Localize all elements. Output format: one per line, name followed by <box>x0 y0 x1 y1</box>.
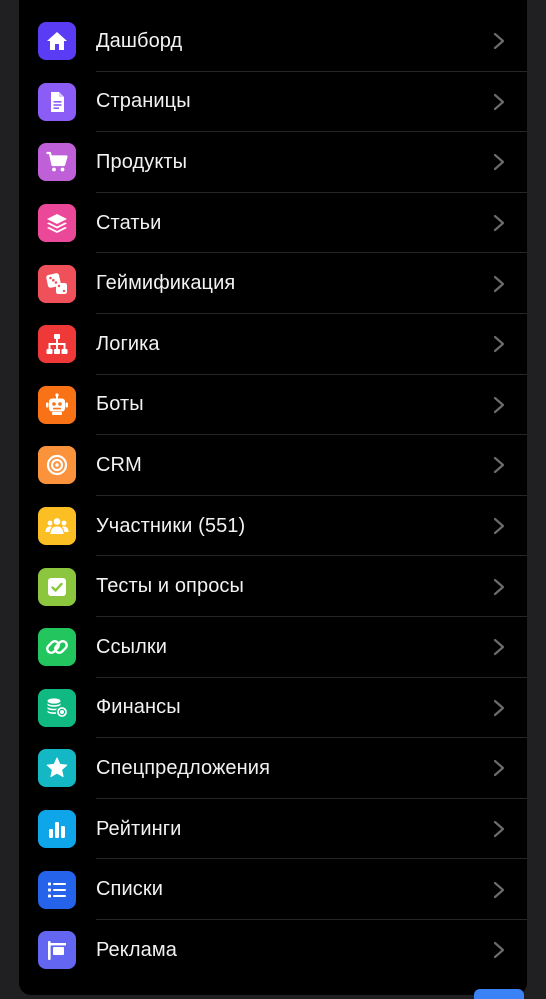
menu-item-label: Участники (551) <box>96 514 246 537</box>
chevron-right-icon <box>493 638 505 656</box>
sitemap-icon <box>38 325 76 364</box>
menu-item-tests-surveys[interactable]: Тесты и опросы <box>19 556 527 617</box>
menu-item-label: Продукты <box>96 150 188 173</box>
star-icon <box>38 749 76 788</box>
navigation-menu: Дашборд Страницы Продукты Статьи Геймифи… <box>19 0 527 995</box>
layers-icon <box>38 204 76 243</box>
users-icon <box>38 507 76 546</box>
menu-item-links[interactable]: Ссылки <box>19 617 527 678</box>
menu-item-label: Спецпредложения <box>96 756 270 779</box>
floating-action-button-edge[interactable] <box>474 989 524 999</box>
chevron-right-icon <box>493 820 505 838</box>
chevron-right-icon <box>493 93 505 111</box>
menu-item-crm[interactable]: CRM <box>19 435 527 496</box>
chevron-right-icon <box>493 578 505 596</box>
chevron-right-icon <box>493 396 505 414</box>
menu-item-products[interactable]: Продукты <box>19 132 527 193</box>
list-icon <box>38 870 76 909</box>
bar-chart-icon <box>38 810 76 849</box>
coins-icon <box>38 688 76 727</box>
home-icon <box>38 22 76 61</box>
menu-item-advertising[interactable]: Реклама <box>19 920 527 981</box>
chevron-right-icon <box>493 275 505 293</box>
menu-item-special-offers[interactable]: Спецпредложения <box>19 738 527 799</box>
dice-icon <box>38 264 76 303</box>
menu-item-label: Статьи <box>96 211 162 234</box>
link-icon <box>38 628 76 667</box>
menu-item-label: Дашборд <box>96 29 183 52</box>
chevron-right-icon <box>493 153 505 171</box>
menu-item-label: Реклама <box>96 938 177 961</box>
chevron-right-icon <box>493 699 505 717</box>
menu-item-logic[interactable]: Логика <box>19 314 527 375</box>
menu-list: Дашборд Страницы Продукты Статьи Геймифи… <box>19 0 527 981</box>
chevron-right-icon <box>493 759 505 777</box>
target-icon <box>38 446 76 485</box>
menu-item-label: Тесты и опросы <box>96 575 245 598</box>
chevron-right-icon <box>493 456 505 474</box>
menu-item-ratings[interactable]: Рейтинги <box>19 799 527 860</box>
menu-item-label: Финансы <box>96 696 181 719</box>
menu-item-label: Ссылки <box>96 635 168 658</box>
menu-item-label: Логика <box>96 332 160 355</box>
billboard-icon <box>38 931 76 970</box>
menu-item-dashboard[interactable]: Дашборд <box>19 11 527 72</box>
chevron-right-icon <box>493 214 505 232</box>
chevron-right-icon <box>493 941 505 959</box>
menu-item-participants[interactable]: Участники (551) <box>19 496 527 557</box>
checkbox-icon <box>38 567 76 606</box>
robot-icon <box>38 385 76 424</box>
menu-item-label: Геймификация <box>96 272 236 295</box>
chevron-right-icon <box>493 335 505 353</box>
menu-item-finance[interactable]: Финансы <box>19 678 527 739</box>
menu-item-label: Рейтинги <box>96 817 182 840</box>
chevron-right-icon <box>493 32 505 50</box>
menu-item-articles[interactable]: Статьи <box>19 193 527 254</box>
document-icon <box>38 82 76 121</box>
menu-item-pages[interactable]: Страницы <box>19 72 527 133</box>
cart-icon <box>38 143 76 182</box>
chevron-right-icon <box>493 881 505 899</box>
menu-item-label: CRM <box>96 453 142 476</box>
menu-item-lists[interactable]: Списки <box>19 859 527 920</box>
chevron-right-icon <box>493 517 505 535</box>
menu-item-label: Страницы <box>96 90 191 113</box>
menu-item-gamification[interactable]: Геймификация <box>19 253 527 314</box>
menu-item-bots[interactable]: Боты <box>19 375 527 436</box>
menu-item-label: Списки <box>96 878 163 901</box>
menu-item-label: Боты <box>96 393 144 416</box>
